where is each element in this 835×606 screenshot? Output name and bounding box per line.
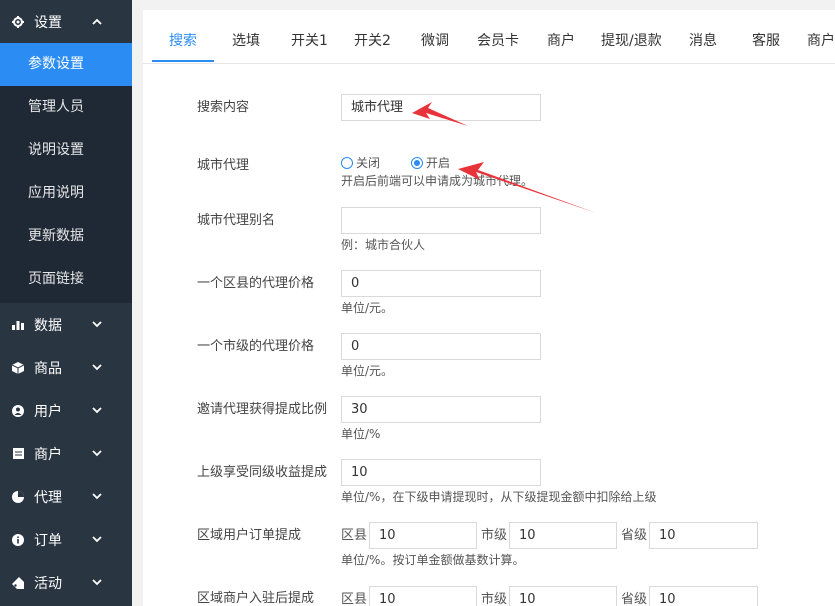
chevron-down-icon	[92, 578, 102, 588]
superior-share-hint: 单位/%，在下级申请提现时，从下级提现金额中扣除给上级	[341, 490, 657, 504]
chevron-down-icon	[92, 363, 102, 373]
city-agent-alias-input[interactable]	[341, 207, 541, 234]
region-user-order-province-input[interactable]: 10	[649, 522, 758, 549]
tab-merchant[interactable]: 商户	[547, 10, 575, 64]
tab-bar: 搜索 选填 开关1 开关2 微调 会员卡 商户 提现/退款 消息 客服 商户	[143, 10, 835, 64]
invite-ratio-input[interactable]: 30	[341, 396, 541, 423]
region-user-order-county-label: 区县	[341, 528, 368, 543]
region-merchant-label: 区域商户入驻后提成	[197, 591, 315, 606]
county-price-hint: 单位/元。	[341, 301, 394, 315]
region-user-order-city-input[interactable]: 10	[509, 522, 617, 549]
sidebar: 设置 参数设置 管理人员 说明设置 应用说明 更新数据 页面链接 数据 商品 用…	[0, 0, 132, 606]
city-price-hint: 单位/元。	[341, 364, 394, 378]
tab-search[interactable]: 搜索	[169, 10, 197, 64]
sidebar-group-merchants[interactable]: 商户	[0, 432, 132, 475]
city-price-input[interactable]: 0	[341, 333, 541, 360]
invite-ratio-label: 邀请代理获得提成比例	[197, 402, 328, 417]
county-price-label: 一个区县的代理价格	[197, 276, 315, 291]
sidebar-item-admins[interactable]: 管理人员	[0, 86, 132, 129]
tab-merchant-2[interactable]: 商户	[807, 10, 835, 64]
region-merchant-city-label: 市级	[481, 592, 508, 606]
sidebar-group-goods[interactable]: 商品	[0, 346, 132, 389]
sidebar-group-label: 订单	[34, 532, 62, 549]
city-agent-label: 城市代理	[197, 158, 250, 173]
city-agent-on-radio[interactable]: 开启	[411, 154, 450, 171]
region-user-order-province-label: 省级	[621, 528, 648, 543]
sidebar-group-label: 商户	[34, 446, 62, 463]
sidebar-group-users[interactable]: 用户	[0, 389, 132, 432]
city-agent-off-radio[interactable]: 关闭	[341, 154, 380, 171]
bar-chart-icon	[11, 318, 25, 332]
radio-on-indicator	[411, 156, 423, 169]
tab-member-card[interactable]: 会员卡	[477, 10, 519, 64]
search-content-input[interactable]: 城市代理	[341, 94, 541, 121]
user-icon	[11, 404, 25, 418]
sidebar-group-label: 用户	[34, 403, 62, 420]
active-tab-indicator	[152, 60, 214, 62]
sidebar-submenu-settings: 参数设置 管理人员 说明设置 应用说明 更新数据 页面链接	[0, 43, 132, 303]
region-merchant-county-label: 区县	[341, 592, 368, 606]
info-circle-icon	[11, 533, 25, 547]
tab-switch1[interactable]: 开关1	[291, 10, 328, 64]
sidebar-group-data[interactable]: 数据	[0, 303, 132, 346]
sidebar-group-label: 代理	[34, 489, 62, 506]
tab-messages[interactable]: 消息	[689, 10, 717, 64]
chevron-down-icon	[92, 535, 102, 545]
county-price-input[interactable]: 0	[341, 270, 541, 297]
invite-ratio-hint: 单位/%	[341, 427, 381, 441]
sidebar-item-app-description[interactable]: 应用说明	[0, 172, 132, 215]
region-user-order-county-input[interactable]: 10	[369, 522, 477, 549]
sidebar-item-update-data[interactable]: 更新数据	[0, 215, 132, 258]
chevron-down-icon	[92, 406, 102, 416]
settings-panel: 搜索 选填 开关1 开关2 微调 会员卡 商户 提现/退款 消息 客服 商户 搜…	[143, 10, 835, 606]
city-agent-hint: 开启后前端可以申请成为城市代理。	[341, 174, 534, 188]
pie-chart-icon	[11, 490, 25, 504]
tab-withdraw-refund[interactable]: 提现/退款	[601, 10, 662, 64]
sidebar-group-label: 商品	[34, 360, 62, 377]
gear-icon	[11, 15, 25, 29]
chevron-down-icon	[92, 492, 102, 502]
region-merchant-province-input[interactable]: 10	[649, 586, 758, 606]
app-root: 设置 参数设置 管理人员 说明设置 应用说明 更新数据 页面链接 数据 商品 用…	[0, 0, 835, 606]
region-merchant-county-input[interactable]: 10	[369, 586, 477, 606]
tab-switch2[interactable]: 开关2	[354, 10, 391, 64]
sidebar-group-agents[interactable]: 代理	[0, 475, 132, 518]
radio-off-label: 关闭	[356, 156, 381, 170]
tag-icon	[11, 576, 25, 590]
city-agent-alias-hint: 例：城市合伙人	[341, 238, 426, 252]
region-user-order-city-label: 市级	[481, 528, 508, 543]
sidebar-item-description-settings[interactable]: 说明设置	[0, 129, 132, 172]
tab-customer-service[interactable]: 客服	[752, 10, 780, 64]
chevron-down-icon	[92, 449, 102, 459]
city-agent-alias-label: 城市代理别名	[197, 213, 276, 228]
city-price-label: 一个市级的代理价格	[197, 339, 315, 354]
box-icon	[11, 361, 25, 375]
sidebar-group-orders[interactable]: 订单	[0, 518, 132, 561]
region-user-order-label: 区域用户订单提成	[197, 528, 302, 543]
superior-share-label: 上级享受同级收益提成	[197, 465, 328, 480]
radio-on-label: 开启	[426, 156, 451, 170]
region-user-order-hint: 单位/%。按订单金额做基数计算。	[341, 553, 525, 567]
sidebar-group-label: 数据	[34, 317, 62, 334]
region-merchant-city-input[interactable]: 10	[509, 586, 617, 606]
superior-share-input[interactable]: 10	[341, 459, 541, 486]
sidebar-group-activities[interactable]: 活动	[0, 561, 132, 604]
chevron-down-icon	[92, 320, 102, 330]
sidebar-group-settings[interactable]: 设置	[0, 0, 132, 43]
region-merchant-province-label: 省级	[621, 592, 648, 606]
sidebar-group-label: 活动	[34, 575, 62, 592]
chevron-up-icon	[92, 17, 102, 27]
sidebar-group-label: 设置	[34, 14, 62, 31]
sidebar-item-page-links[interactable]: 页面链接	[0, 258, 132, 301]
radio-off-indicator	[341, 156, 353, 169]
tab-fine-tune[interactable]: 微调	[421, 10, 449, 64]
tab-optional[interactable]: 选填	[232, 10, 260, 64]
sidebar-item-param-settings[interactable]: 参数设置	[0, 43, 132, 86]
store-icon	[11, 447, 25, 461]
search-content-label: 搜索内容	[197, 100, 250, 115]
